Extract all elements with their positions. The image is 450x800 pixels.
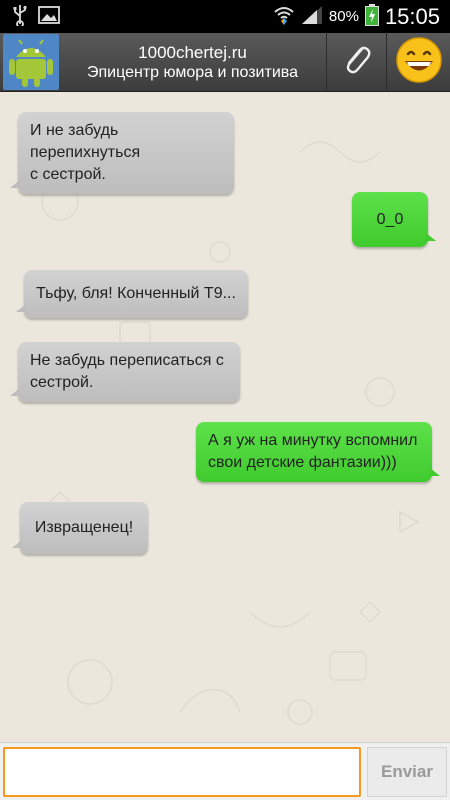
signal-icon	[301, 5, 323, 29]
chat-header: 1000chertej.ru Эпицентр юмора и позитива	[0, 32, 450, 92]
android-icon[interactable]	[3, 34, 59, 90]
emoji-button[interactable]	[386, 32, 450, 92]
message-text: А я уж на минутку вспомнил	[208, 432, 418, 449]
message-text: Не забудь переписаться с	[30, 352, 224, 369]
paperclip-icon	[342, 43, 372, 81]
battery-icon	[364, 3, 379, 30]
message-text: сестрой.	[30, 374, 94, 391]
composer-bar: Enviar	[0, 742, 450, 800]
message-text: Тьфу, бля! Конченный Т9...	[36, 285, 236, 302]
message-bubble-incoming[interactable]: Тьфу, бля! Конченный Т9...	[16, 270, 248, 318]
message-bubble-outgoing[interactable]: А я уж на минутку вспомнил свои детские …	[196, 422, 440, 482]
status-bar: 80% 15:05	[0, 0, 450, 33]
message-bubble-outgoing[interactable]: 0_0	[352, 192, 436, 247]
message-text: Извращенец!	[34, 519, 134, 536]
message-text: 0_0	[376, 210, 404, 228]
message-text: свои детские фантазии)))	[208, 454, 397, 471]
message-bubble-incoming[interactable]: Извращенец!	[12, 502, 148, 554]
message-text: И не забудь перепихнуться	[30, 122, 141, 161]
message-input[interactable]	[3, 747, 361, 797]
attach-button[interactable]	[326, 32, 386, 92]
wifi-icon	[273, 5, 295, 29]
battery-percent: 80%	[328, 8, 359, 25]
image-icon	[38, 5, 60, 28]
message-bubble-incoming[interactable]: И не забудь перепихнуться с сестрой.	[10, 112, 234, 194]
chat-subtitle: Эпицентр юмора и позитива	[87, 63, 298, 81]
usb-icon	[12, 4, 28, 30]
smiley-icon	[395, 36, 443, 88]
send-button[interactable]: Enviar	[367, 747, 447, 797]
chat-title: 1000chertej.ru	[138, 42, 247, 62]
message-bubble-incoming[interactable]: Не забудь переписаться с сестрой.	[10, 342, 240, 402]
message-text: с сестрой.	[30, 166, 106, 183]
chat-area[interactable]: И не забудь перепихнуться с сестрой. 0_0…	[0, 92, 450, 742]
clock: 15:05	[384, 3, 440, 29]
chat-title-block[interactable]: 1000chertej.ru Эпицентр юмора и позитива	[59, 43, 326, 82]
